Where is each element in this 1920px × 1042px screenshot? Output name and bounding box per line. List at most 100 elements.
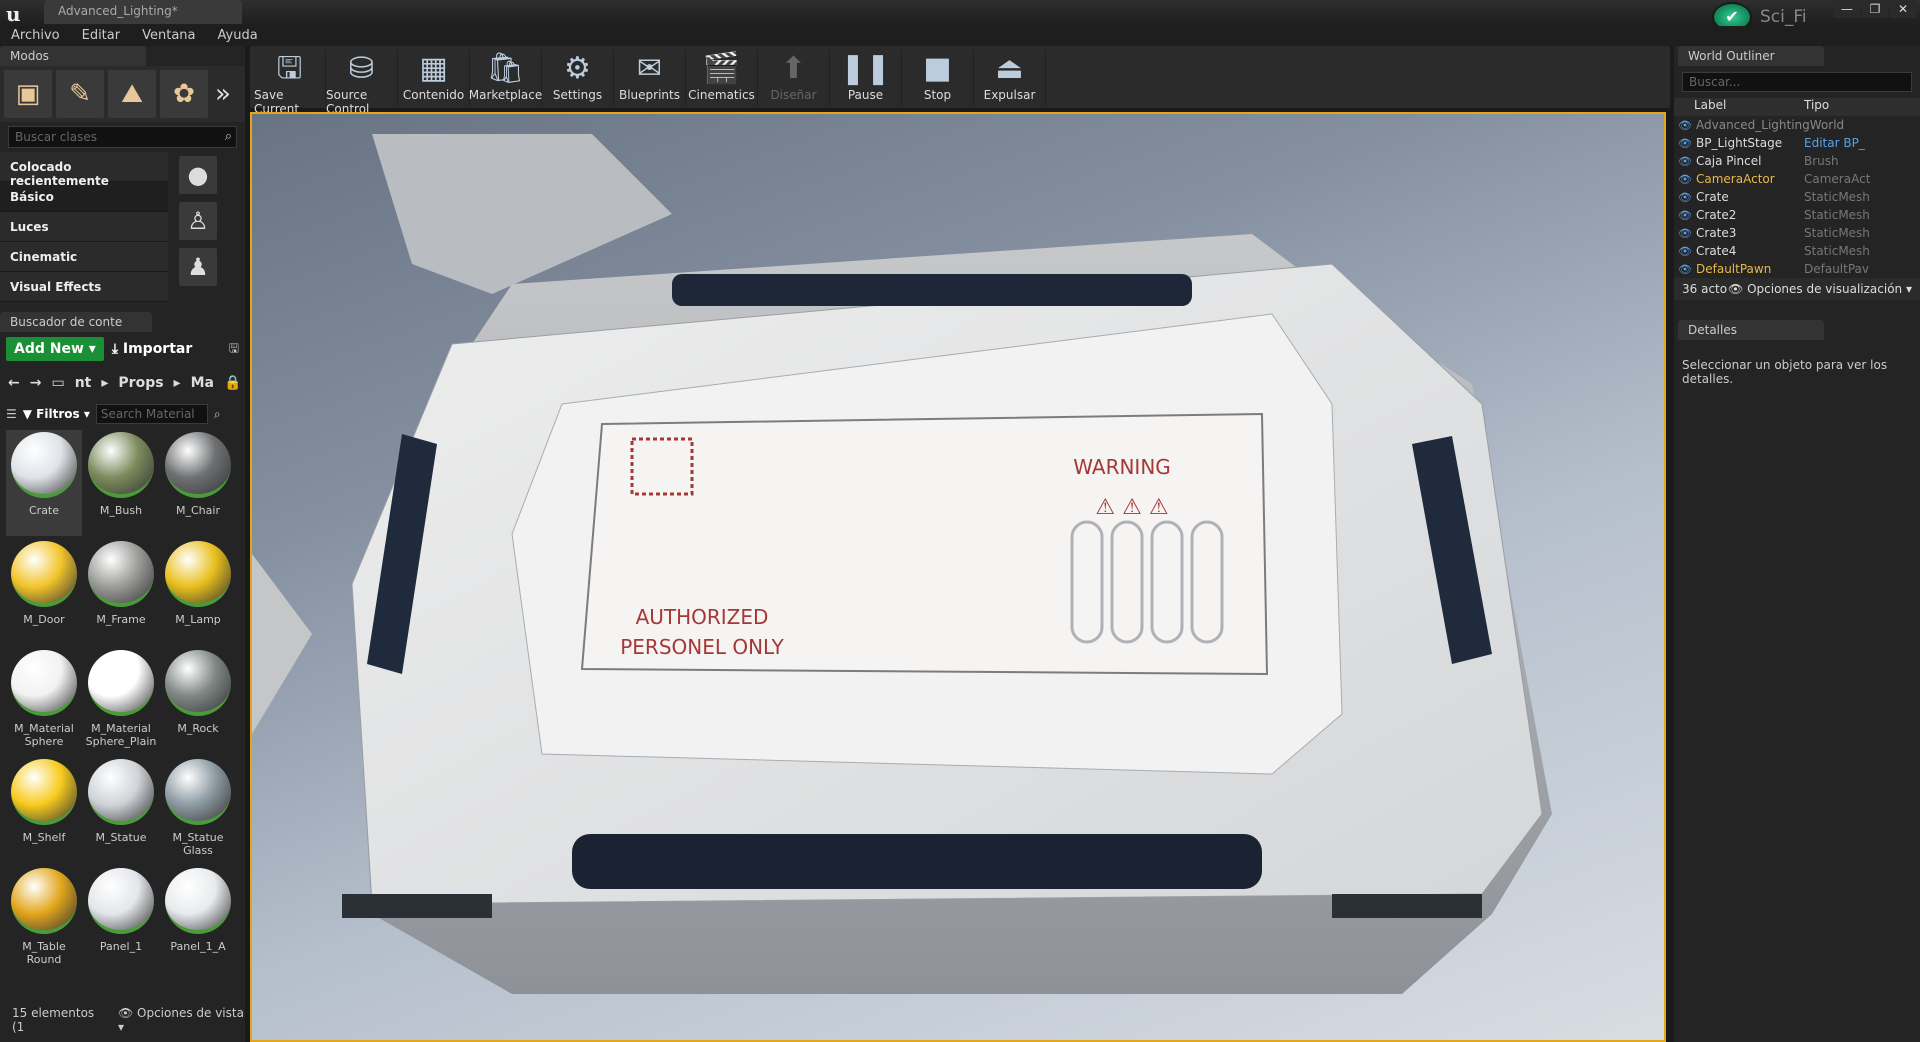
window-controls: — ❐ ✕ <box>1834 0 1916 18</box>
asset-tile[interactable]: M_Chair <box>160 430 236 536</box>
vent-grille-right <box>1332 894 1482 918</box>
asset-tile[interactable]: M_Shelf <box>6 757 82 863</box>
visibility-eye-icon[interactable]: 👁 <box>1678 263 1696 276</box>
sphere-actor-icon[interactable]: ● <box>179 156 217 194</box>
stop-button[interactable]: ■ Stop <box>902 50 974 106</box>
close-button[interactable]: ✕ <box>1890 0 1916 18</box>
asset-tile[interactable]: Crate <box>6 430 82 536</box>
tab-world-outliner[interactable]: World Outliner <box>1678 46 1824 66</box>
asset-tile[interactable]: M_Frame <box>83 539 159 645</box>
tab-content-browser[interactable]: Buscador de conte <box>0 312 152 332</box>
asset-tile[interactable]: M_Rock <box>160 648 236 754</box>
more-modes-icon[interactable]: » <box>212 70 234 118</box>
details-empty-message: Seleccionar un objeto para ver los detal… <box>1682 358 1888 386</box>
save-current-button[interactable]: 🖫 Save Current <box>254 50 326 116</box>
minimize-button[interactable]: — <box>1834 0 1860 18</box>
asset-tile[interactable]: Panel_1_A <box>160 866 236 972</box>
asset-tile[interactable]: M_Table Round <box>6 866 82 972</box>
expulsar-button[interactable]: ⏏ Expulsar <box>974 50 1046 106</box>
authorized-text-line1: AUTHORIZED <box>636 605 769 629</box>
view-options-button[interactable]: 👁 Opciones de vista ▾ <box>118 1006 245 1034</box>
foliage-mode-icon[interactable]: ✿ <box>160 70 208 118</box>
outliner-row[interactable]: 👁 Crate StaticMesh <box>1674 188 1920 206</box>
asset-tile[interactable]: M_Lamp <box>160 539 236 645</box>
diseñar-button[interactable]: ⬆ Diseñar <box>758 50 830 106</box>
menu-editar[interactable]: Editar <box>71 26 132 46</box>
outliner-row[interactable]: 👁 Crate2 StaticMesh <box>1674 206 1920 224</box>
filters-button[interactable]: ▼ Filtros ▾ <box>23 407 90 421</box>
path-segment-3[interactable]: Ma <box>191 375 214 391</box>
outliner-row[interactable]: 👁 Crate4 StaticMesh <box>1674 242 1920 260</box>
crate-render: WARNING ⚠ ⚠ ⚠ AUTHORIZED PERSONEL ONLY <box>252 134 1552 994</box>
asset-tile[interactable]: M_Bush <box>83 430 159 536</box>
place-mode-icon[interactable]: ▣ <box>4 70 52 118</box>
sources-toggle-icon[interactable]: ☰ <box>6 407 17 421</box>
eject-icon: ⏏ <box>995 51 1024 86</box>
cinematics-button[interactable]: 🎬 Cinematics <box>686 50 758 106</box>
visibility-eye-icon[interactable]: 👁 <box>1678 227 1696 240</box>
actor-type: Editar BP_ <box>1804 136 1865 150</box>
visibility-eye-icon[interactable]: 👁 <box>1678 245 1696 258</box>
pawn-actor-icon[interactable]: ♟ <box>179 248 217 286</box>
forward-arrow-icon[interactable]: → <box>30 375 42 391</box>
save-all-icon[interactable]: 🖫 <box>229 339 239 360</box>
folder-icon[interactable]: ▭ <box>51 375 64 391</box>
category-lights[interactable]: Luces <box>0 212 168 242</box>
landscape-mode-icon[interactable]: ⛰ <box>108 70 156 118</box>
visibility-eye-icon[interactable]: 👁 <box>1678 155 1696 168</box>
visibility-eye-icon[interactable]: 👁 <box>1678 209 1696 222</box>
asset-tile[interactable]: M_Statue Glass <box>160 757 236 863</box>
visibility-eye-icon[interactable]: 👁 <box>1678 173 1696 186</box>
back-arrow-icon[interactable]: ← <box>8 375 20 391</box>
outliner-row[interactable]: 👁 Caja Pincel Brush <box>1674 152 1920 170</box>
menu-ventana[interactable]: Ventana <box>131 26 206 46</box>
tab-details[interactable]: Detalles <box>1678 320 1824 340</box>
character-actor-icon[interactable]: ♙ <box>179 202 217 240</box>
paint-mode-icon[interactable]: ✎ <box>56 70 104 118</box>
asset-label: M_Door <box>23 613 65 626</box>
outliner-row[interactable]: 👁 DefaultPawn DefaultPav <box>1674 260 1920 278</box>
asset-label: Panel_1_A <box>170 940 226 953</box>
menu-ayuda[interactable]: Ayuda <box>207 26 269 46</box>
asset-tile[interactable]: M_Material Sphere_Plain <box>83 648 159 754</box>
menu-archivo[interactable]: Archivo <box>0 26 71 46</box>
path-segment-1[interactable]: nt <box>75 375 92 391</box>
outliner-row[interactable]: 👁 Advanced_LightingWorld <box>1674 116 1920 134</box>
class-search-input[interactable]: Buscar clases ⌕ <box>8 126 237 148</box>
level-viewport[interactable]: WARNING ⚠ ⚠ ⚠ AUTHORIZED PERSONEL ONLY <box>250 112 1666 1042</box>
source-control-button[interactable]: ⛁ Source Control <box>326 50 398 116</box>
category-cinematic[interactable]: Cinematic <box>0 242 168 272</box>
asset-tile[interactable]: M_Material Sphere <box>6 648 82 754</box>
col-label[interactable]: Label <box>1694 98 1804 116</box>
asset-tile[interactable]: M_Statue <box>83 757 159 863</box>
contenido-button[interactable]: ▦ Contenido <box>398 50 470 106</box>
outliner-row[interactable]: 👁 CameraActor CameraAct <box>1674 170 1920 188</box>
visibility-eye-icon[interactable]: 👁 <box>1678 191 1696 204</box>
add-new-button[interactable]: Add New ▾ <box>6 337 104 361</box>
tab-modes[interactable]: Modos <box>0 46 146 66</box>
pause-button[interactable]: ❚❚ Pause <box>830 50 902 106</box>
asset-search-input[interactable]: Search Material <box>95 404 208 424</box>
outliner-row[interactable]: 👁 Crate3 StaticMesh <box>1674 224 1920 242</box>
asset-tile[interactable]: M_Door <box>6 539 82 645</box>
settings-button[interactable]: ⚙ Settings <box>542 50 614 106</box>
asset-count: 15 elementos (1 <box>12 1006 95 1034</box>
visibility-eye-icon[interactable]: 👁 <box>1678 119 1696 132</box>
category-recent[interactable]: Colocado recientemente <box>0 152 168 188</box>
actor-label: Crate4 <box>1696 244 1737 258</box>
col-type[interactable]: Tipo <box>1804 98 1829 116</box>
outliner-row[interactable]: 👁 BP_LightStage Editar BP_ <box>1674 134 1920 152</box>
visibility-eye-icon[interactable]: 👁 <box>1678 137 1696 150</box>
lock-icon[interactable]: 🔒 <box>224 375 241 391</box>
document-tab[interactable]: Advanced_Lighting* <box>44 0 242 24</box>
outliner-search-input[interactable]: Buscar... <box>1682 72 1912 92</box>
maximize-button[interactable]: ❐ <box>1862 0 1888 18</box>
material-thumbnail <box>165 541 231 607</box>
import-button[interactable]: ⤓ Importar <box>112 341 192 357</box>
view-options-button[interactable]: 👁 Opciones de visualización ▾ <box>1728 282 1912 296</box>
path-segment-2[interactable]: Props <box>118 375 163 391</box>
category-visual-effects[interactable]: Visual Effects <box>0 272 168 302</box>
marketplace-button[interactable]: 🛍 Marketplace <box>469 50 542 106</box>
blueprints-button[interactable]: ✉ Blueprints <box>614 50 686 106</box>
asset-tile[interactable]: Panel_1 <box>83 866 159 972</box>
